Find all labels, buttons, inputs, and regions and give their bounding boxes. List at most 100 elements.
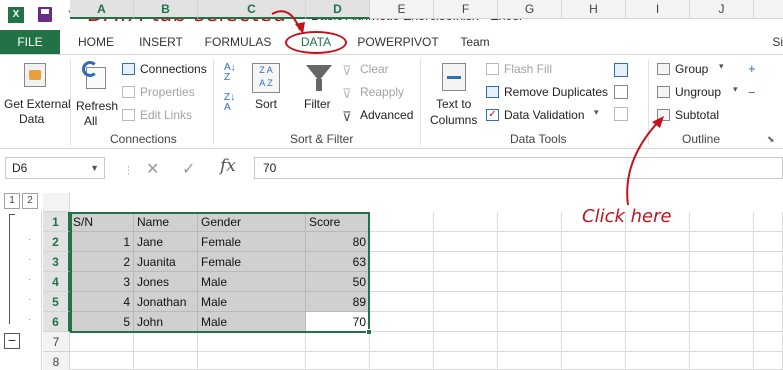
tab-home[interactable]: HOME	[68, 30, 124, 54]
grid-cell[interactable]	[690, 292, 754, 312]
refresh-all-button[interactable]: Refresh All	[74, 57, 118, 129]
formula-input[interactable]: 70	[254, 157, 783, 179]
grid-cell[interactable]	[690, 252, 754, 272]
dialog-launcher-icon[interactable]: ⬊	[767, 134, 775, 145]
column-header-d[interactable]: D	[306, 0, 370, 19]
grid-cell[interactable]	[306, 332, 370, 352]
grid-cell[interactable]	[754, 292, 783, 312]
tab-powerpivot[interactable]: POWERPIVOT	[352, 30, 444, 54]
relationships-icon[interactable]	[614, 107, 628, 121]
grid-cell[interactable]	[626, 312, 690, 332]
cell-a3[interactable]: 2	[70, 252, 134, 272]
grid-cell[interactable]	[498, 332, 562, 352]
grid-cell[interactable]	[754, 272, 783, 292]
consolidate-icon[interactable]	[614, 63, 628, 77]
column-header-c[interactable]: C	[198, 0, 306, 19]
grid-cell[interactable]	[626, 232, 690, 252]
grid-cell[interactable]	[562, 232, 626, 252]
grid-cell[interactable]	[434, 212, 498, 232]
grid-cell[interactable]	[434, 272, 498, 292]
grid-cell[interactable]	[134, 332, 198, 352]
grid-cell[interactable]	[498, 252, 562, 272]
grid-cell[interactable]	[690, 312, 754, 332]
cancel-icon[interactable]: ✕	[146, 159, 159, 179]
grid-cell[interactable]	[562, 292, 626, 312]
cell-d6-active[interactable]: 70	[306, 312, 370, 332]
grid-cell[interactable]	[370, 292, 434, 312]
cell-d3[interactable]: 63	[306, 252, 370, 272]
column-header-e[interactable]: E	[370, 0, 434, 19]
insert-function-icon[interactable]: fx	[220, 156, 236, 176]
grid-cell[interactable]	[498, 352, 562, 370]
grid-cell[interactable]	[370, 272, 434, 292]
cell-c4[interactable]: Male	[198, 272, 306, 292]
column-header-next[interactable]	[754, 0, 783, 19]
grid-cell[interactable]	[434, 292, 498, 312]
column-header-h[interactable]: H	[562, 0, 626, 19]
grid-cell[interactable]	[306, 352, 370, 370]
grid-cell[interactable]	[198, 352, 306, 370]
filter-button[interactable]: Filter	[300, 59, 336, 129]
cell-d5[interactable]: 89	[306, 292, 370, 312]
column-header-b[interactable]: B	[134, 0, 198, 19]
grid-cell[interactable]	[434, 312, 498, 332]
cell-c3[interactable]: Female	[198, 252, 306, 272]
row-header-4[interactable]: 4	[43, 272, 70, 292]
text-to-columns-button[interactable]: Text to Columns	[428, 59, 482, 129]
column-header-i[interactable]: I	[626, 0, 690, 19]
row-header-8[interactable]: 8	[43, 352, 70, 370]
tab-formulas[interactable]: FORMULAS	[200, 30, 276, 54]
outline-level-1-button[interactable]: 1	[4, 193, 20, 209]
outline-level-2-button[interactable]: 2	[22, 193, 38, 209]
grid-cell[interactable]	[562, 352, 626, 370]
grid-cell[interactable]	[370, 212, 434, 232]
column-header-j[interactable]: J	[690, 0, 754, 19]
cell-d4[interactable]: 50	[306, 272, 370, 292]
fill-handle[interactable]	[366, 329, 372, 335]
grid-cell[interactable]	[626, 332, 690, 352]
cell-b6[interactable]: John	[134, 312, 198, 332]
grid-cell[interactable]	[626, 272, 690, 292]
tab-file[interactable]: FILE	[0, 30, 60, 54]
grid-cell[interactable]	[562, 332, 626, 352]
grid-cell[interactable]	[370, 232, 434, 252]
cell-c1[interactable]: Gender	[198, 212, 306, 232]
name-box[interactable]: D6 ▼	[5, 157, 105, 179]
grid-cell[interactable]	[198, 332, 306, 352]
tab-team[interactable]: Team	[452, 30, 498, 54]
select-all-button[interactable]	[43, 193, 70, 212]
grid-cell[interactable]	[434, 232, 498, 252]
grid-cell[interactable]	[690, 212, 754, 232]
grid-cell[interactable]	[70, 332, 134, 352]
grid-cell[interactable]	[562, 272, 626, 292]
column-header-f[interactable]: F	[434, 0, 498, 19]
sign-in-link[interactable]: Si	[772, 30, 783, 54]
grid-cell[interactable]	[690, 232, 754, 252]
save-icon[interactable]	[38, 7, 52, 22]
cell-c5[interactable]: Male	[198, 292, 306, 312]
grid-cell[interactable]	[498, 232, 562, 252]
grid-cell[interactable]	[754, 352, 783, 370]
grid-cell[interactable]	[754, 212, 783, 232]
cell-a4[interactable]: 3	[70, 272, 134, 292]
cell-c2[interactable]: Female	[198, 232, 306, 252]
grid-cell[interactable]	[434, 252, 498, 272]
sort-za-button[interactable]: Z↓ A	[224, 93, 242, 115]
grid-cell[interactable]	[70, 352, 134, 370]
sort-button[interactable]: Z AA Z Sort	[250, 59, 282, 129]
cell-d2[interactable]: 80	[306, 232, 370, 252]
grid-cell[interactable]	[434, 332, 498, 352]
cell-a2[interactable]: 1	[70, 232, 134, 252]
enter-icon[interactable]: ✓	[182, 159, 195, 179]
grid-cell[interactable]	[690, 272, 754, 292]
hide-detail-icon[interactable]: −	[748, 85, 756, 100]
row-header-5[interactable]: 5	[43, 292, 70, 312]
cell-b2[interactable]: Jane	[134, 232, 198, 252]
grid-cell[interactable]	[562, 312, 626, 332]
column-header-g[interactable]: G	[498, 0, 562, 19]
row-header-7[interactable]: 7	[43, 332, 70, 352]
grid-cell[interactable]	[134, 352, 198, 370]
grid-cell[interactable]	[626, 252, 690, 272]
cell-b1[interactable]: Name	[134, 212, 198, 232]
grid-cell[interactable]	[370, 332, 434, 352]
